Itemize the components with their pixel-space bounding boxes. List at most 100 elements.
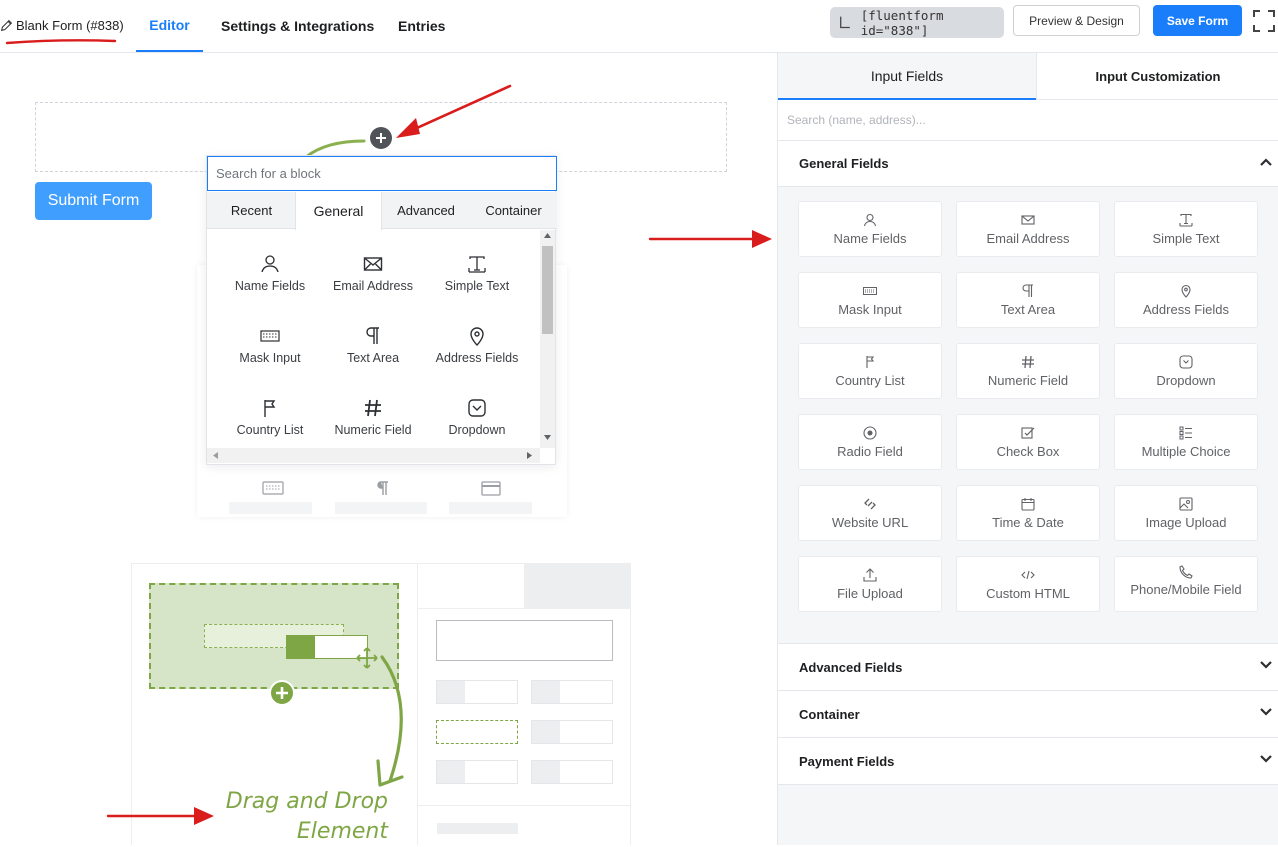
field-dropdown[interactable]: Dropdown <box>1114 343 1258 399</box>
tab-input-customization-label: Input Customization <box>1095 68 1221 84</box>
tab-advanced[interactable]: Advanced <box>382 192 470 229</box>
illustration-field <box>531 680 613 704</box>
field-check-box[interactable]: Check Box <box>956 414 1100 470</box>
fullscreen-icon[interactable] <box>1253 10 1275 32</box>
shortcode-copy[interactable]: [fluentform id="838"] <box>830 7 1004 38</box>
payment-fields-title: Payment Fields <box>799 753 895 769</box>
green-plus-icon <box>269 680 295 706</box>
preview-design-button[interactable]: Preview & Design <box>1013 5 1140 36</box>
form-title-text: Blank Form (#838) <box>16 17 124 33</box>
illustration-field-dashed <box>436 720 518 744</box>
field-custom-html[interactable]: Custom HTML <box>956 556 1100 612</box>
field-label: Check Box <box>996 443 1060 459</box>
field-text-area[interactable]: Text Area <box>956 272 1100 328</box>
field-file-upload[interactable]: File Upload <box>798 556 942 612</box>
keyboard-icon <box>863 286 877 295</box>
illustration-field <box>531 760 613 784</box>
block-category-tabs: Recent General Advanced Container <box>207 192 557 230</box>
field-label: Text Area <box>1000 301 1056 317</box>
tab-container[interactable]: Container <box>470 192 557 229</box>
illustration-field <box>531 720 613 744</box>
tab-recent-label: Recent <box>230 203 273 218</box>
placeholder-bar <box>229 502 312 514</box>
keyboard-icon <box>262 481 284 495</box>
tab-settings-integrations[interactable]: Settings & Integrations <box>221 0 374 52</box>
container-header[interactable]: Container <box>778 691 1278 738</box>
tab-input-fields[interactable]: Input Fields <box>778 53 1036 100</box>
scroll-left-icon[interactable] <box>213 452 218 459</box>
tab-advanced-label: Advanced <box>397 203 455 218</box>
block-item-label: Country List <box>236 423 304 437</box>
save-label: Save Form <box>1166 13 1229 28</box>
block-item-numeric-field[interactable]: Numeric Field <box>321 398 425 448</box>
submit-form-button[interactable]: Submit Form <box>35 182 152 220</box>
field-email-address[interactable]: Email Address <box>956 201 1100 257</box>
field-radio-field[interactable]: Radio Field <box>798 414 942 470</box>
block-search-input[interactable] <box>216 166 536 181</box>
popup-horizontal-scrollbar[interactable] <box>207 448 540 463</box>
block-item-name-fields[interactable]: Name Fields <box>218 254 322 304</box>
form-title[interactable]: Blank Form (#838) <box>0 15 124 35</box>
scroll-thumb[interactable] <box>542 246 553 334</box>
envelope-icon <box>363 257 383 271</box>
field-address-fields[interactable]: Address Fields <box>1114 272 1258 328</box>
field-label: Custom HTML <box>986 585 1070 601</box>
image-icon <box>1179 496 1193 511</box>
link-icon <box>864 498 876 509</box>
field-label: Numeric Field <box>987 372 1069 388</box>
phone-icon <box>1179 565 1193 579</box>
tab-settings-label: Settings & Integrations <box>221 18 375 34</box>
field-phone-mobile[interactable]: Phone/Mobile Field <box>1114 556 1258 612</box>
illustration-tab-block <box>524 564 630 608</box>
field-label: File Upload <box>837 585 903 601</box>
tab-editor[interactable]: Editor <box>136 0 203 52</box>
dropdown-icon <box>1179 354 1193 369</box>
block-item-email-address[interactable]: Email Address <box>321 254 425 304</box>
copy-icon <box>840 16 850 28</box>
scroll-down-icon[interactable] <box>544 435 551 440</box>
block-item-dropdown[interactable]: Dropdown <box>425 398 529 448</box>
block-item-country-list[interactable]: Country List <box>218 398 322 448</box>
field-numeric-field[interactable]: Numeric Field <box>956 343 1100 399</box>
tab-input-customization[interactable]: Input Customization <box>1036 53 1278 100</box>
advanced-fields-title: Advanced Fields <box>799 659 903 675</box>
field-mask-input[interactable]: Mask Input <box>798 272 942 328</box>
field-multiple-choice[interactable]: Multiple Choice <box>1114 414 1258 470</box>
top-bar: Blank Form (#838) Editor Settings & Inte… <box>0 0 1278 53</box>
popup-vertical-scrollbar[interactable] <box>540 230 555 448</box>
shortcode-text: [fluentform id="838"] <box>860 7 944 38</box>
text-icon <box>468 256 486 273</box>
advanced-fields-header[interactable]: Advanced Fields <box>778 643 1278 691</box>
tab-recent[interactable]: Recent <box>207 192 296 229</box>
block-item-mask-input[interactable]: Mask Input <box>218 326 322 376</box>
field-search-input[interactable] <box>787 113 1147 127</box>
illustration-footer-bar <box>437 823 518 834</box>
block-item-address-fields[interactable]: Address Fields <box>425 326 529 376</box>
field-website-url[interactable]: Website URL <box>798 485 942 541</box>
tab-entries-label: Entries <box>398 18 446 34</box>
dropdown-icon <box>468 399 486 417</box>
drag-caption-line1: Drag and Drop <box>225 789 388 814</box>
scroll-right-icon[interactable] <box>527 452 532 459</box>
payment-fields-header[interactable]: Payment Fields <box>778 738 1278 785</box>
green-curved-arrow <box>376 655 404 787</box>
general-fields-grid: Name Fields Email Address Simple Text Ma… <box>778 187 1278 643</box>
block-item-label: Simple Text <box>444 279 510 293</box>
field-image-upload[interactable]: Image Upload <box>1114 485 1258 541</box>
block-item-label: Text Area <box>346 351 400 365</box>
field-time-date[interactable]: Time & Date <box>956 485 1100 541</box>
scroll-up-icon[interactable] <box>544 233 551 238</box>
tab-general[interactable]: General <box>295 192 382 230</box>
add-block-plus-icon[interactable] <box>369 126 393 150</box>
block-item-simple-text[interactable]: Simple Text <box>425 254 529 304</box>
save-form-button[interactable]: Save Form <box>1153 5 1242 36</box>
block-item-text-area[interactable]: Text Area <box>321 326 425 376</box>
placeholder-bar <box>449 502 532 514</box>
list-icon <box>1179 426 1192 439</box>
field-name-fields[interactable]: Name Fields <box>798 201 942 257</box>
field-country-list[interactable]: Country List <box>798 343 942 399</box>
general-fields-header[interactable]: General Fields <box>778 141 1278 187</box>
calendar-icon <box>1021 497 1035 511</box>
field-simple-text[interactable]: Simple Text <box>1114 201 1258 257</box>
tab-entries[interactable]: Entries <box>398 0 445 52</box>
